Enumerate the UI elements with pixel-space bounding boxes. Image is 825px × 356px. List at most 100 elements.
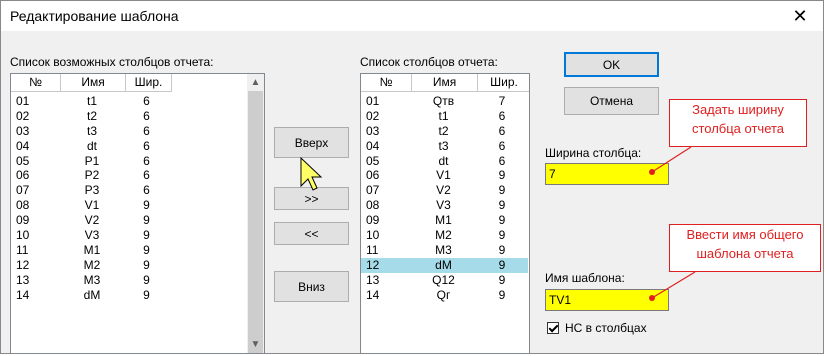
row-name: V1 — [436, 168, 451, 183]
close-button[interactable]: ✕ — [777, 1, 823, 31]
row-number: 14 — [366, 287, 380, 302]
template-callout: Ввести имя общего шаблона отчета — [669, 224, 821, 272]
column-width-label: Ширина столбца: — [545, 146, 642, 160]
list-row[interactable]: 07 P3 6 — [11, 183, 169, 198]
scroll-thumb[interactable] — [248, 91, 263, 353]
report-columns-list[interactable]: № Имя Шир. 01 Qтв 7 02 t1 6 03 t2 6 04 t3 6 05 dt 6 06 V1 9… — [360, 73, 530, 354]
list-row[interactable]: 14 dM 9 — [11, 288, 169, 303]
row-width: 9 — [143, 228, 150, 243]
row-number: 06 — [366, 168, 380, 183]
row-name: P1 — [84, 153, 100, 168]
row-number: 02 — [16, 108, 30, 123]
row-name: M1 — [435, 213, 452, 228]
column-header[interactable]: Имя — [61, 74, 126, 92]
row-number: 11 — [366, 242, 379, 257]
list-row[interactable]: 10 V3 9 — [11, 228, 169, 243]
cancel-button[interactable]: Отмена — [564, 87, 659, 115]
row-width: 6 — [498, 123, 506, 138]
list-row[interactable]: 14 Qг 9 — [361, 288, 528, 303]
list-row[interactable]: 10 M2 9 — [361, 228, 528, 243]
row-number: 01 — [16, 94, 30, 108]
row-width: 9 — [498, 287, 506, 302]
template-name-input[interactable]: TV1 — [545, 289, 669, 311]
list-row[interactable]: 09 M1 9 — [361, 213, 528, 228]
list-row[interactable]: 13 Q12 9 — [361, 273, 528, 288]
row-number: 04 — [366, 138, 380, 153]
list-row[interactable]: 13 M3 9 — [11, 273, 169, 288]
row-width: 9 — [143, 257, 150, 272]
row-name: V3 — [436, 198, 451, 213]
available-columns-list[interactable]: № Имя Шир. 01 t1 6 02 t2 6 03 t3 6 04 dt 6 05 P1 6 06 P2 6 0… — [10, 73, 265, 354]
row-width: 9 — [498, 257, 506, 272]
row-number: 12 — [16, 257, 30, 272]
width-callout-line2: столбца отчета — [691, 121, 785, 136]
row-width: 9 — [498, 183, 506, 198]
row-width: 9 — [498, 168, 506, 183]
report-columns-label: Список столбцов отчета: — [360, 55, 498, 69]
nc-in-columns-checkbox[interactable]: НС в столбцах — [547, 321, 647, 335]
report-columns-header: № Имя Шир. — [361, 74, 529, 93]
list-row[interactable]: 12 M2 9 — [11, 258, 169, 273]
row-name: t1 — [86, 94, 97, 108]
add-column-button[interactable]: >> — [274, 187, 349, 210]
remove-column-button[interactable]: << — [274, 222, 349, 245]
row-number: 07 — [16, 183, 30, 198]
list-row[interactable]: 02 t2 6 — [11, 109, 169, 124]
list-row[interactable]: 03 t2 6 — [361, 124, 528, 139]
list-row[interactable]: 04 t3 6 — [361, 139, 528, 154]
list-row[interactable]: 02 t1 6 — [361, 109, 528, 124]
row-name: M1 — [83, 242, 101, 257]
row-number: 09 — [366, 213, 380, 228]
move-down-button[interactable]: Вниз — [274, 271, 349, 302]
list-row[interactable]: 05 P1 6 — [11, 154, 169, 169]
nc-in-columns-label: НС в столбцах — [565, 321, 647, 335]
row-number: 10 — [16, 228, 30, 243]
row-name: t2 — [86, 108, 97, 123]
list-row[interactable]: 05 dt 6 — [361, 154, 528, 169]
row-name: M2 — [435, 228, 452, 243]
row-name: t1 — [438, 108, 449, 123]
row-width: 6 — [498, 108, 506, 123]
row-number: 09 — [16, 213, 30, 228]
template-editor-dialog: Редактирование шаблона ✕ Список возможны… — [0, 0, 824, 354]
row-number: 08 — [16, 198, 30, 213]
list-row[interactable]: 12 dM 9 — [361, 257, 528, 273]
column-header[interactable]: Шир. — [478, 74, 529, 92]
list-row[interactable]: 01 t1 6 — [11, 94, 169, 109]
row-number: 13 — [16, 272, 30, 287]
list-row[interactable]: 08 V1 9 — [11, 198, 169, 213]
list-row[interactable]: 03 t3 6 — [11, 124, 169, 139]
available-list-scrollbar[interactable]: ▲ ▼ — [247, 74, 264, 353]
scroll-up-icon[interactable]: ▲ — [247, 74, 264, 91]
row-width: 6 — [143, 123, 150, 138]
list-row[interactable]: 06 P2 6 — [11, 168, 169, 183]
scroll-down-icon[interactable]: ▼ — [247, 336, 264, 353]
template-name-label: Имя шаблона: — [545, 271, 625, 285]
row-width: 9 — [498, 228, 506, 243]
row-width: 9 — [143, 213, 150, 228]
column-header[interactable]: Имя — [412, 74, 478, 92]
row-width: 6 — [143, 94, 150, 108]
row-width: 6 — [498, 153, 506, 168]
column-width-input[interactable]: 7 — [545, 163, 669, 185]
list-row[interactable]: 08 V3 9 — [361, 198, 528, 213]
column-header[interactable]: № — [11, 74, 61, 92]
row-width: 9 — [498, 242, 506, 257]
list-row[interactable]: 04 dt 6 — [11, 139, 169, 154]
list-row[interactable]: 11 M3 9 — [361, 243, 528, 258]
row-name: Qтв — [432, 94, 455, 108]
column-header[interactable]: Шир. — [126, 74, 172, 92]
row-width: 9 — [498, 213, 506, 228]
move-up-button[interactable]: Вверх — [274, 127, 349, 158]
list-row[interactable]: 09 V2 9 — [11, 213, 169, 228]
checkbox-check-icon[interactable] — [547, 322, 559, 334]
column-header[interactable]: № — [361, 74, 412, 92]
ok-button[interactable]: OK — [564, 52, 659, 77]
list-row[interactable]: 06 V1 9 — [361, 168, 528, 183]
list-row[interactable]: 01 Qтв 7 — [361, 94, 528, 109]
row-name: dt — [86, 138, 97, 153]
row-number: 01 — [366, 94, 380, 108]
list-row[interactable]: 11 M1 9 — [11, 243, 169, 258]
row-number: 13 — [366, 272, 380, 287]
list-row[interactable]: 07 V2 9 — [361, 183, 528, 198]
